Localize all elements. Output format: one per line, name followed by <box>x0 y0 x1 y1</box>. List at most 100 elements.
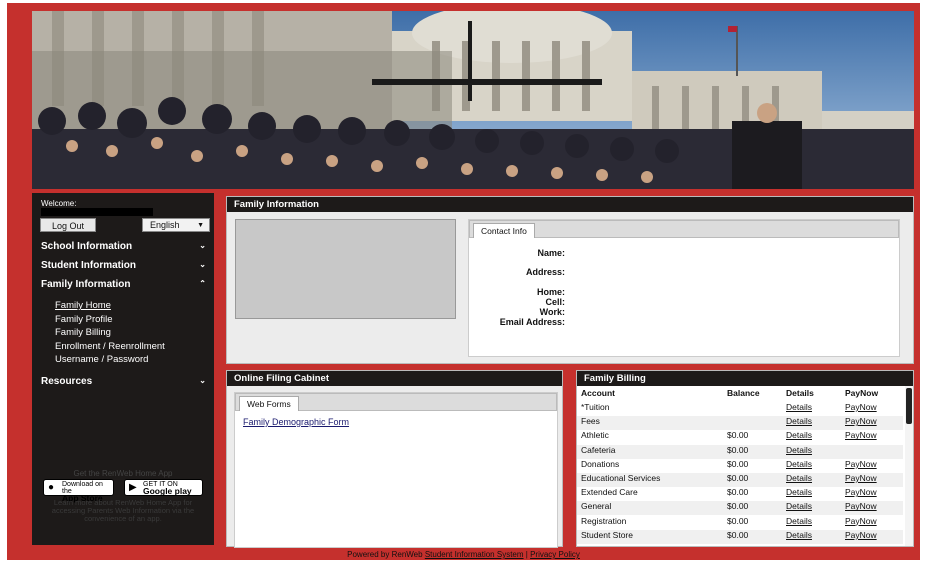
table-row: Registration $0.00 Details PayNow <box>577 516 903 530</box>
header-account: Account <box>581 388 615 398</box>
panel-title: Online Filing Cabinet <box>227 371 562 386</box>
account-cell: Educational Services <box>581 473 661 483</box>
details-link[interactable]: Details <box>786 530 812 540</box>
name-label: Name: <box>537 248 565 258</box>
language-select[interactable]: English ▼ <box>142 218 210 232</box>
details-link[interactable]: Details <box>786 516 812 526</box>
home-phone-label: Home: <box>536 287 565 297</box>
family-information-panel: Family Information Contact Info Name: Ad… <box>226 196 914 364</box>
table-row: Fees Details PayNow <box>577 416 903 431</box>
table-row: Extended Care $0.00 Details PayNow <box>577 487 903 501</box>
paynow-link[interactable]: PayNow <box>845 402 877 412</box>
language-selected-value: English <box>150 220 180 230</box>
web-forms-tab-strip: Web Forms <box>235 393 557 411</box>
paynow-link[interactable]: PayNow <box>845 416 877 426</box>
balance-cell: $0.00 <box>727 515 749 526</box>
family-photo-placeholder <box>235 219 456 319</box>
chevron-up-icon: ⌃ <box>199 279 206 288</box>
app-promo-title: Get the RenWeb Home App <box>73 469 173 478</box>
address-label: Address: <box>525 267 565 277</box>
nav-section-label: Student Information <box>41 260 136 271</box>
footer-separator: | <box>525 550 528 559</box>
details-link[interactable]: Details <box>786 416 812 426</box>
footer: Powered by RenWeb Student Information Sy… <box>0 550 927 559</box>
account-cell: Donations <box>581 458 620 469</box>
details-link[interactable]: Details <box>786 473 812 483</box>
nav-student-information[interactable]: Student Information ⌄ <box>41 260 206 271</box>
sidebar-item-family-home[interactable]: Family Home <box>55 300 111 311</box>
balance-cell: $0.00 <box>727 430 749 441</box>
table-row: Donations $0.00 Details PayNow <box>577 459 903 473</box>
apple-icon: ● <box>48 482 55 493</box>
paynow-link[interactable]: PayNow <box>845 487 877 497</box>
contact-tab-strip: Contact Info <box>469 220 899 238</box>
paynow-link[interactable]: PayNow <box>845 473 877 483</box>
nav-school-information[interactable]: School Information ⌄ <box>41 241 206 252</box>
details-link[interactable]: Details <box>786 487 812 497</box>
balance-cell: $0.00 <box>727 487 749 498</box>
scrollbar-thumb[interactable] <box>906 388 912 424</box>
caret-down-icon: ▼ <box>197 222 204 229</box>
sidebar-item-family-billing[interactable]: Family Billing <box>55 327 111 338</box>
details-link[interactable]: Details <box>786 430 812 440</box>
table-row: Cafeteria $0.00 Details <box>577 444 903 459</box>
header-paynow: PayNow <box>845 388 879 398</box>
family-billing-panel: Family Billing Account Balance Details P… <box>576 370 914 547</box>
cell-phone-label: Cell: <box>545 297 565 307</box>
tab-web-forms[interactable]: Web Forms <box>239 396 299 411</box>
billing-table-header: Account Balance Details PayNow <box>577 388 907 400</box>
tab-contact-info[interactable]: Contact Info <box>473 223 535 238</box>
google-play-icon: ▶ <box>129 482 137 493</box>
header-details: Details <box>786 388 814 398</box>
nav-section-label: School Information <box>41 241 133 252</box>
nav-resources[interactable]: Resources ⌄ <box>41 376 206 387</box>
sidebar-item-enrollment[interactable]: Enrollment / Reenrollment <box>55 341 165 352</box>
form-link-family-demographic[interactable]: Family Demographic Form <box>243 417 349 427</box>
footer-sis-link[interactable]: Student Information System <box>425 550 524 559</box>
sidebar: Welcome: Log Out English ▼ School Inform… <box>32 193 214 545</box>
welcome-label: Welcome: <box>41 199 77 208</box>
nav-family-information[interactable]: Family Information ⌃ <box>41 279 206 290</box>
app-store-badge[interactable]: ● Download on the App Store <box>43 479 114 502</box>
logout-button[interactable]: Log Out <box>40 218 96 232</box>
balance-cell: $0.00 <box>727 458 749 469</box>
panel-title: Family Information <box>227 197 913 212</box>
account-cell: *Tuition <box>581 402 610 412</box>
table-row: Educational Services $0.00 Details PayNow <box>577 473 903 487</box>
google-play-badge[interactable]: ▶ GET IT ON Google play <box>124 479 203 496</box>
billing-table: Account Balance Details PayNow *Tuition D… <box>577 386 913 546</box>
table-row: General $0.00 Details PayNow <box>577 501 903 516</box>
billing-scrollbar[interactable] <box>905 386 913 546</box>
google-play-label: Google play <box>143 486 192 496</box>
footer-privacy-link[interactable]: Privacy Policy <box>530 550 580 559</box>
header-balance: Balance <box>727 388 760 398</box>
paynow-link[interactable]: PayNow <box>845 516 877 526</box>
details-link[interactable]: Details <box>786 501 812 511</box>
account-cell: Cafeteria <box>581 444 616 455</box>
table-row: Athletic $0.00 Details PayNow <box>577 430 903 444</box>
details-link[interactable]: Details <box>786 402 812 412</box>
chevron-down-icon: ⌄ <box>199 260 206 269</box>
user-name-redacted <box>41 208 153 216</box>
balance-cell: $0.00 <box>727 473 749 483</box>
table-row: Student Store $0.00 Details PayNow <box>577 529 903 544</box>
contact-info-box: Contact Info Name: Address: Home: Cell: … <box>468 219 900 357</box>
sidebar-item-family-profile[interactable]: Family Profile <box>55 314 113 325</box>
email-label: Email Address: <box>499 317 565 327</box>
balance-cell: $0.00 <box>727 444 749 455</box>
balance-cell: $0.00 <box>727 501 749 512</box>
account-cell: General <box>581 501 612 512</box>
chevron-down-icon: ⌄ <box>199 376 206 385</box>
nav-section-label: Family Information <box>41 279 131 290</box>
online-filing-cabinet-panel: Online Filing Cabinet Web Forms Family D… <box>226 370 563 548</box>
details-link[interactable]: Details <box>786 445 812 455</box>
details-link[interactable]: Details <box>786 459 812 469</box>
paynow-link[interactable]: PayNow <box>845 430 877 440</box>
table-row: *Tuition Details PayNow <box>577 402 903 416</box>
sidebar-item-username-password[interactable]: Username / Password <box>55 354 148 365</box>
paynow-link[interactable]: PayNow <box>845 501 877 511</box>
paynow-link[interactable]: PayNow <box>845 459 877 469</box>
paynow-link[interactable]: PayNow <box>845 530 877 540</box>
account-cell: Fees <box>581 416 600 427</box>
hero-banner-image <box>32 11 914 189</box>
